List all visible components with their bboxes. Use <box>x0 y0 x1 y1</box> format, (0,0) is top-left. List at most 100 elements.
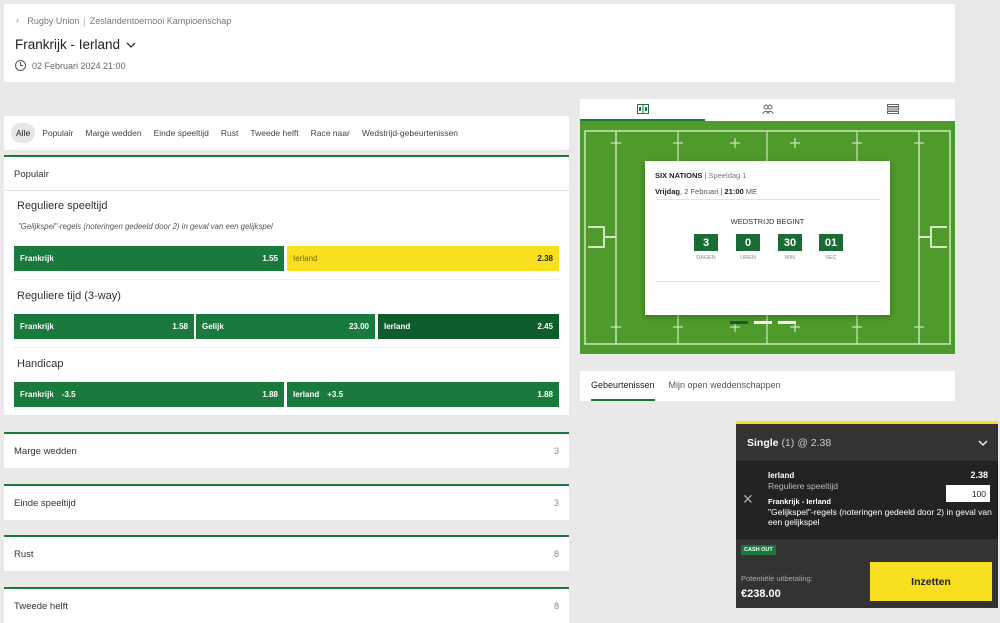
populair-header[interactable]: Populair <box>14 169 49 180</box>
selection-frankrijk[interactable]: Frankrijk 1.58 <box>14 314 194 339</box>
selection-label: Gelijk <box>202 322 224 331</box>
widget-tab-lineup[interactable] <box>705 99 830 121</box>
selection-label: Frankrijk -3.5 <box>20 390 76 399</box>
selection-odds: 23.00 <box>348 322 369 331</box>
betslip-selection-odds: 2.38 <box>970 470 988 480</box>
divider <box>14 279 559 280</box>
scoreboard-icon <box>636 104 649 114</box>
countdown-hours: 0 <box>736 234 760 251</box>
betslip-total-odds: @ 2.38 <box>797 436 832 449</box>
match-widget: SIX NATIONS | Speeldag 1 Vrijdag, 2 Febr… <box>580 99 955 354</box>
remove-selection-icon[interactable]: ✕ <box>742 491 754 508</box>
betslip-match: Frankrijk - Ierland <box>768 497 831 506</box>
filter-tab-alle[interactable]: Alle <box>11 123 36 143</box>
betslip-selection: ✕ Ierland 2.38 Reguliere speeltijd Frank… <box>736 461 998 539</box>
chevron-down-icon <box>126 42 136 48</box>
list-icon <box>886 104 899 114</box>
selection-frankrijk[interactable]: Frankrijk 1.55 <box>14 246 284 271</box>
match-title: Frankrijk - Ierland <box>15 37 121 52</box>
selection-label: Ierland <box>384 322 411 331</box>
selection-odds: 1.58 <box>172 322 188 331</box>
carousel-dot[interactable] <box>754 321 772 324</box>
breadcrumb-separator: | <box>83 15 86 26</box>
tab-gebeurtenissen[interactable]: Gebeurtenissen <box>591 371 655 401</box>
market-title: Einde speeltijd <box>14 497 76 509</box>
filter-tab-marge-wedden[interactable]: Marge wedden <box>80 123 146 143</box>
betslip-count: (1) <box>781 436 795 449</box>
market-title: Reguliere speeltijd <box>17 200 108 212</box>
breadcrumb-competition[interactable]: Zeslandentoernooi Kampioenschap <box>90 16 232 26</box>
market-rust[interactable]: Rust 8 <box>4 535 569 571</box>
betslip: Single (1) @ 2.38 ✕ Ierland 2.38 Regulie… <box>736 421 998 608</box>
kickoff-timezone: ME <box>745 187 758 196</box>
filter-tab-wedstrijd-gebeurtenissen[interactable]: Wedstrijd-gebeurtenissen <box>357 123 463 143</box>
kickoff-time: 21:00 <box>724 187 744 196</box>
selection-odds: 2.38 <box>537 254 553 263</box>
widget-tabs <box>580 99 955 121</box>
chevron-down-icon[interactable] <box>978 438 988 448</box>
countdown-days-label: DAGEN <box>696 255 716 261</box>
market-note: "Gelijkspel"-regels (noteringen gedeeld … <box>18 222 273 231</box>
filter-tab-rust[interactable]: Rust <box>216 123 243 143</box>
kickoff-date: 2 Februari <box>684 187 719 196</box>
carousel-dot[interactable] <box>778 321 796 324</box>
selection-team: Ierland <box>293 390 320 399</box>
betslip-header[interactable]: Single (1) @ 2.38 <box>736 424 998 461</box>
selection-handicap: +3.5 <box>327 390 344 399</box>
selection-ierland[interactable]: Ierland 2.45 <box>378 314 559 339</box>
cashout-badge: CASH OUT <box>741 545 776 555</box>
market-einde-speeltijd[interactable]: Einde speeltijd 3 <box>4 484 569 520</box>
carousel-dots <box>730 321 796 324</box>
stake-input[interactable] <box>946 485 990 502</box>
countdown-seconds: 01 <box>819 234 843 251</box>
filter-tab-race-naar[interactable]: Race naar <box>306 123 355 143</box>
match-date: 02 Februari 2024 21:00 <box>15 60 126 71</box>
rugby-pitch: SIX NATIONS | Speeldag 1 Vrijdag, 2 Febr… <box>580 121 955 354</box>
kickoff-line: Vrijdag, 2 Februari | 21:00 ME <box>655 187 758 196</box>
market-tweede-helft[interactable]: Tweede helft 8 <box>4 587 569 623</box>
selection-team: Frankrijk <box>20 390 54 399</box>
events-tabs: Gebeurtenissen Mijn open weddenschappen <box>580 371 955 401</box>
market-count: 8 <box>553 601 559 611</box>
countdown-hours-label: UREN <box>740 255 756 261</box>
betslip-selection-name: Ierland <box>768 471 795 480</box>
selection-ierland-selected[interactable]: Ierland 2.38 <box>287 246 559 271</box>
widget-tab-scoreboard[interactable] <box>580 99 705 121</box>
breadcrumb-sport[interactable]: Rugby Union <box>27 16 79 26</box>
divider <box>4 190 569 191</box>
selection-gelijk[interactable]: Gelijk 23.00 <box>196 314 375 339</box>
place-bet-button[interactable]: Inzetten <box>870 562 992 601</box>
market-title: Handicap <box>17 358 64 370</box>
countdown-minutes-label: MIN <box>784 255 796 261</box>
back-chevron-icon[interactable]: ‹ <box>16 15 19 26</box>
divider <box>14 347 559 348</box>
kickoff-weekday: Vrijdag <box>655 187 681 196</box>
match-title-selector[interactable]: Frankrijk - Ierland <box>15 37 136 52</box>
market-title: Tweede helft <box>14 600 68 612</box>
tab-mijn-open-weddenschappen[interactable]: Mijn open weddenschappen <box>669 371 781 401</box>
filter-tab-tweede-helft[interactable]: Tweede helft <box>245 123 303 143</box>
market-title: Marge wedden <box>14 445 77 457</box>
potential-payout-label: Potentiële uitbetaling: <box>741 574 813 583</box>
match-header: ‹ Rugby Union | Zeslandentoernooi Kampio… <box>4 4 955 82</box>
market-title: Reguliere tijd (3-way) <box>17 290 121 302</box>
widget-tab-list[interactable] <box>830 99 955 121</box>
selection-odds: 1.88 <box>262 390 278 399</box>
selection-odds: 2.45 <box>537 322 553 331</box>
selection-frankrijk-handicap[interactable]: Frankrijk -3.5 1.88 <box>14 382 284 407</box>
potential-payout-value: €238.00 <box>741 588 781 600</box>
divider <box>655 281 880 282</box>
clock-icon <box>15 60 26 71</box>
countdown-seconds-label: SEC <box>825 255 837 261</box>
market-marge-wedden[interactable]: Marge wedden 3 <box>4 432 569 468</box>
carousel-dot[interactable] <box>730 321 748 324</box>
market-title: Rust <box>14 548 34 560</box>
selection-ierland-handicap[interactable]: Ierland +3.5 1.88 <box>287 382 559 407</box>
countdown-title: WEDSTRIJD BEGINT <box>730 217 805 226</box>
filter-tab-einde-speeltijd[interactable]: Einde speeltijd <box>149 123 214 143</box>
filter-tab-populair[interactable]: Populair <box>37 123 78 143</box>
market-filter-bar: Alle Populair Marge wedden Einde speelti… <box>4 116 569 150</box>
selection-label: Ierland +3.5 <box>293 390 343 399</box>
countdown-days: 3 <box>694 234 718 251</box>
selection-odds: 1.88 <box>537 390 553 399</box>
